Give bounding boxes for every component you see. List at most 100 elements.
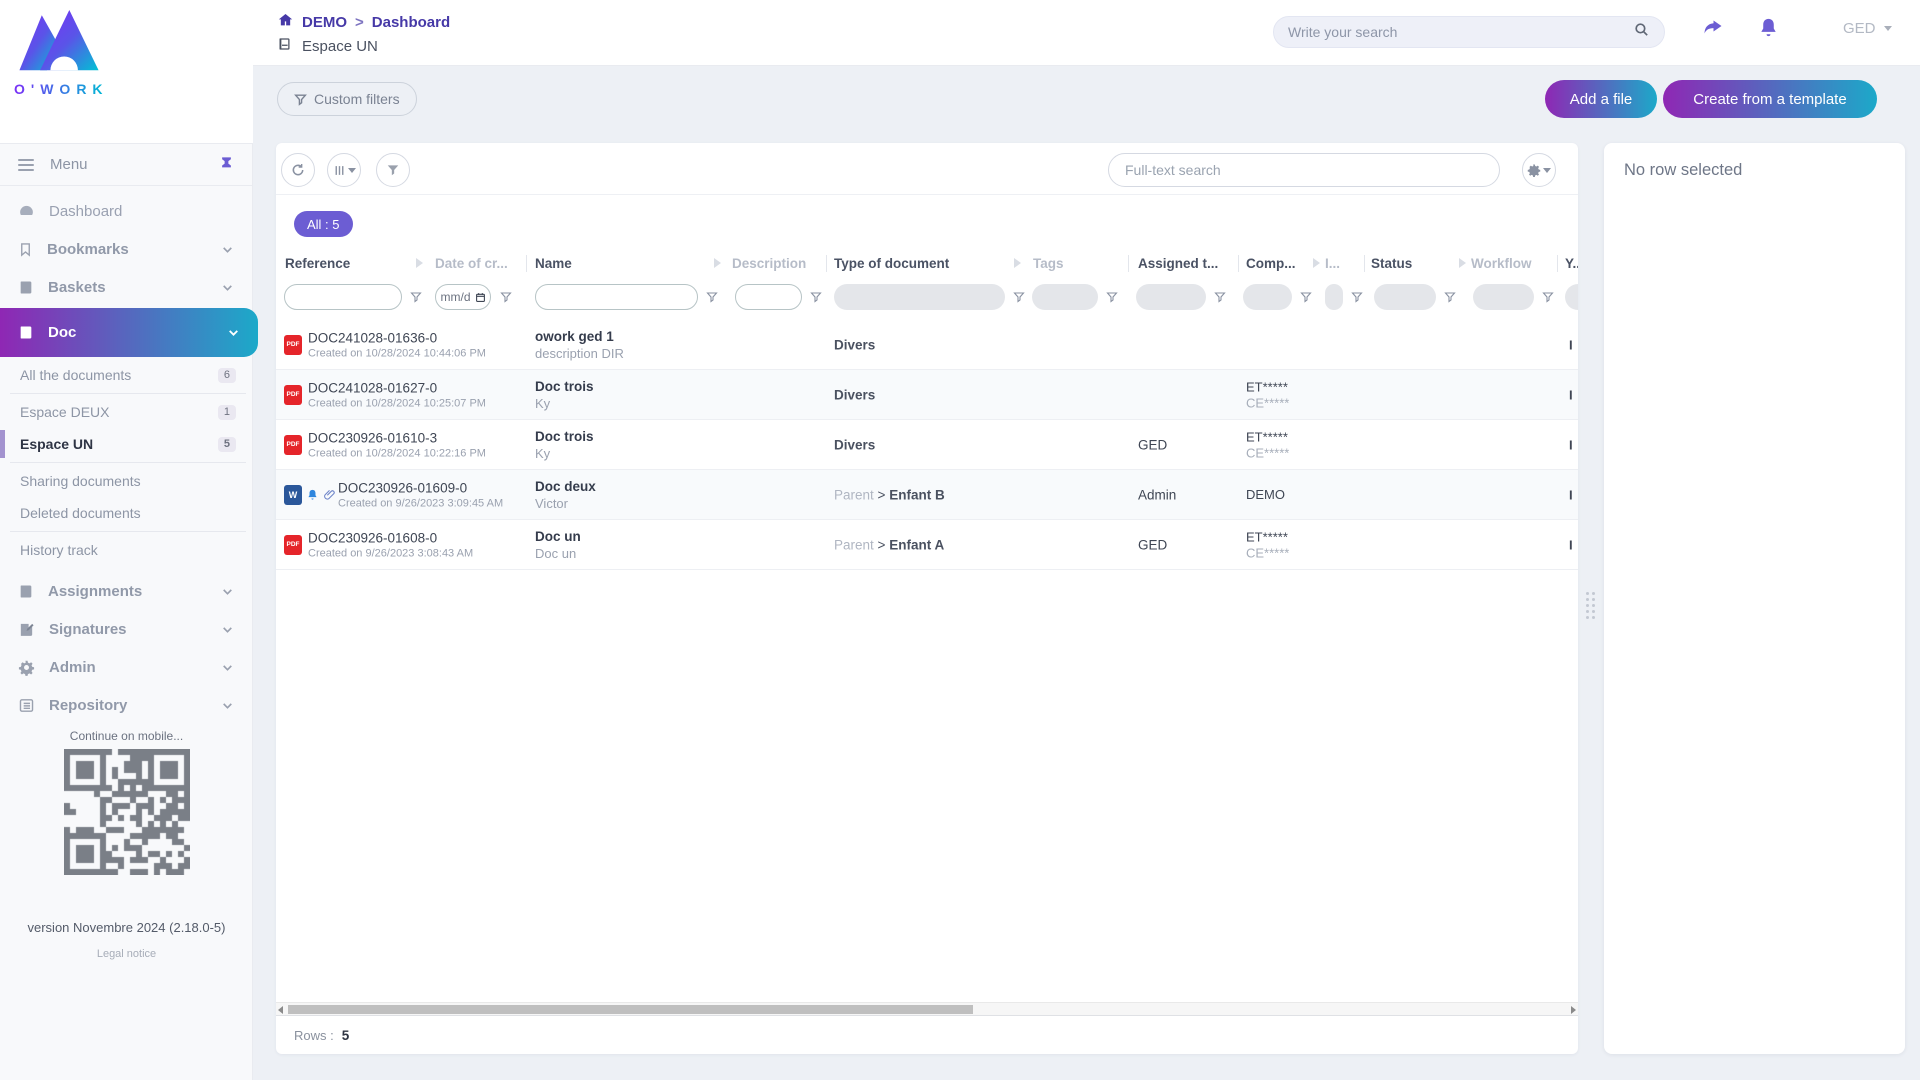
column-divider[interactable] xyxy=(1238,255,1239,272)
breadcrumb-current[interactable]: Dashboard xyxy=(372,14,450,31)
column-header-name[interactable]: Name xyxy=(535,256,572,271)
name-filter-input[interactable] xyxy=(535,284,698,310)
column-header-workflow[interactable]: Workflow xyxy=(1471,256,1532,271)
notifications-bell-icon[interactable] xyxy=(1757,16,1783,42)
column-header-date[interactable]: Date of cr... xyxy=(435,256,508,271)
fulltext-search-input[interactable] xyxy=(1108,153,1500,187)
search-icon[interactable] xyxy=(1633,21,1650,43)
count-badge: 5 xyxy=(218,437,236,452)
scroll-right-arrow-icon[interactable] xyxy=(1571,1006,1576,1014)
share-icon[interactable] xyxy=(1700,16,1726,42)
sidebar-item-bookmarks[interactable]: Bookmarks xyxy=(0,230,252,268)
table-row[interactable]: W DOC230926-01609-0Created on 9/26/2023 … xyxy=(276,470,1578,520)
refresh-button[interactable] xyxy=(281,153,315,187)
funnel-icon[interactable] xyxy=(500,290,512,308)
create-from-template-button[interactable]: Create from a template xyxy=(1663,80,1877,118)
sidebar-subitem-espace-deux[interactable]: Espace DEUX 1 xyxy=(0,396,252,428)
sort-arrow-icon[interactable] xyxy=(714,258,721,268)
table-settings-button[interactable] xyxy=(1522,153,1556,187)
pdf-file-icon: PDF xyxy=(284,385,302,405)
legal-notice-link[interactable]: Legal notice xyxy=(0,948,253,960)
date-filter-input[interactable]: mm/d xyxy=(435,284,491,310)
column-header-i[interactable]: I... xyxy=(1325,256,1340,271)
sidebar-subitem-sharing-documents[interactable]: Sharing documents xyxy=(0,465,252,497)
doc-created: Created on 9/26/2023 3:09:45 AM xyxy=(338,497,503,509)
sidebar-subitem-all-documents[interactable]: All the documents 6 xyxy=(0,359,252,391)
sidebar-item-signatures[interactable]: Signatures xyxy=(0,610,252,648)
pin-sidebar-icon[interactable] xyxy=(219,155,234,175)
column-divider[interactable] xyxy=(1128,255,1129,272)
panel-resize-handle[interactable] xyxy=(1586,592,1595,619)
funnel-icon[interactable] xyxy=(1444,290,1456,308)
workflow-filter-select[interactable] xyxy=(1473,284,1534,310)
custom-filters-button[interactable]: Custom filters xyxy=(277,82,417,116)
funnel-icon[interactable] xyxy=(706,290,718,308)
columns-button[interactable] xyxy=(327,153,361,187)
sidebar-item-dashboard[interactable]: Dashboard xyxy=(0,192,252,230)
sort-arrow-icon[interactable] xyxy=(1313,258,1320,268)
column-divider[interactable] xyxy=(826,255,827,272)
horizontal-scrollbar[interactable] xyxy=(276,1002,1578,1016)
y-filter-select[interactable] xyxy=(1565,284,1578,310)
funnel-icon[interactable] xyxy=(1300,290,1312,308)
sidebar-item-doc-active[interactable]: Doc xyxy=(0,308,258,357)
scroll-left-arrow-icon[interactable] xyxy=(278,1006,283,1014)
company-filter-select[interactable] xyxy=(1243,284,1292,310)
column-header-status[interactable]: Status xyxy=(1371,256,1412,271)
column-divider[interactable] xyxy=(1364,255,1365,272)
sort-arrow-icon[interactable] xyxy=(1014,258,1021,268)
i-filter-select[interactable] xyxy=(1325,284,1343,310)
sidebar-subitem-espace-un[interactable]: Espace UN 5 xyxy=(0,428,252,460)
add-file-button[interactable]: Add a file xyxy=(1545,80,1657,118)
reference-filter-input[interactable] xyxy=(284,284,402,310)
scrollbar-thumb[interactable] xyxy=(288,1005,973,1014)
column-header-description[interactable]: Description xyxy=(732,256,806,271)
funnel-icon[interactable] xyxy=(410,290,422,308)
app-logo[interactable]: O'WORK xyxy=(14,8,104,97)
doc-truncated-cell: I xyxy=(1569,537,1575,552)
doc-truncated-cell: I xyxy=(1569,387,1575,402)
sort-arrow-icon[interactable] xyxy=(1459,258,1466,268)
funnel-icon[interactable] xyxy=(1214,290,1226,308)
column-header-tags[interactable]: Tags xyxy=(1033,256,1064,271)
sidebar-subitem-deleted-documents[interactable]: Deleted documents xyxy=(0,497,252,529)
funnel-icon[interactable] xyxy=(1106,290,1118,308)
column-header-company[interactable]: Comp... xyxy=(1246,256,1296,271)
doc-company: ET***** xyxy=(1246,529,1289,544)
table-row[interactable]: PDF DOC230926-01610-3Created on 10/28/20… xyxy=(276,420,1578,470)
table-header-row: Reference Date of cr... Name Description… xyxy=(276,248,1578,280)
doc-created: Created on 10/28/2024 10:22:16 PM xyxy=(308,447,486,459)
column-divider[interactable] xyxy=(526,255,527,272)
sidebar-item-baskets[interactable]: Baskets xyxy=(0,268,252,306)
breadcrumb-root[interactable]: DEMO xyxy=(302,14,347,31)
funnel-icon[interactable] xyxy=(1351,290,1363,308)
funnel-icon[interactable] xyxy=(810,290,822,308)
sidebar-item-assignments[interactable]: Assignments xyxy=(0,572,252,610)
column-header-type[interactable]: Type of document xyxy=(834,256,949,271)
global-search-input[interactable] xyxy=(1288,24,1633,40)
table-row[interactable]: PDF DOC241028-01636-0Created on 10/28/20… xyxy=(276,320,1578,370)
filter-pill-all[interactable]: All : 5 xyxy=(294,211,353,237)
funnel-icon[interactable] xyxy=(1013,290,1025,308)
user-menu[interactable]: GED xyxy=(1843,20,1892,37)
description-filter-input[interactable] xyxy=(735,284,802,310)
home-icon[interactable] xyxy=(277,12,294,32)
column-header-reference[interactable]: Reference xyxy=(285,256,350,271)
filter-button[interactable] xyxy=(376,153,410,187)
sidebar-item-admin[interactable]: Admin xyxy=(0,648,252,686)
column-divider[interactable] xyxy=(1557,255,1558,272)
column-header-assigned[interactable]: Assigned t... xyxy=(1138,256,1218,271)
column-header-y[interactable]: Y... xyxy=(1565,256,1578,271)
assigned-filter-select[interactable] xyxy=(1136,284,1206,310)
table-row[interactable]: PDF DOC241028-01627-0Created on 10/28/20… xyxy=(276,370,1578,420)
divider xyxy=(10,531,246,532)
status-filter-select[interactable] xyxy=(1374,284,1436,310)
sidebar-item-repository[interactable]: Repository xyxy=(0,686,252,724)
type-filter-select[interactable] xyxy=(834,284,1005,310)
sort-arrow-icon[interactable] xyxy=(416,258,423,268)
table-row[interactable]: PDF DOC230926-01608-0Created on 9/26/202… xyxy=(276,520,1578,570)
funnel-icon[interactable] xyxy=(1542,290,1554,308)
hamburger-menu-icon[interactable] xyxy=(18,159,34,171)
sidebar-subitem-history-track[interactable]: History track xyxy=(0,534,252,566)
tags-filter-select[interactable] xyxy=(1032,284,1098,310)
